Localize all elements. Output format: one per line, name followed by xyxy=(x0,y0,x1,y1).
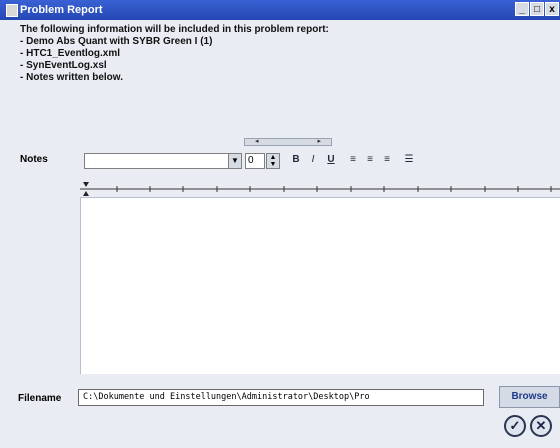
splitter-right-arrow-icon: ▸ xyxy=(317,138,321,145)
notes-label: Notes xyxy=(20,154,48,165)
info-item: - HTC1_Eventlog.xml xyxy=(20,48,121,59)
bold-button[interactable]: B xyxy=(289,154,303,165)
left-indent-marker[interactable] xyxy=(83,191,89,196)
ruler[interactable] xyxy=(80,180,560,198)
font-size-spinner[interactable]: ▲ ▼ xyxy=(266,153,280,169)
splitter-left-arrow-icon: ◂ xyxy=(255,138,259,145)
info-item: - Notes written below. xyxy=(20,72,123,83)
report-info: The following information will be includ… xyxy=(20,24,329,84)
format-toolbar: ▼ 0 ▲ ▼ B I U ≡ ≡ ≡ ☰ xyxy=(84,151,554,173)
font-dropdown-button[interactable]: ▼ xyxy=(228,153,242,169)
browse-button[interactable]: Browse xyxy=(499,386,560,408)
first-indent-marker[interactable] xyxy=(83,182,89,187)
italic-button[interactable]: I xyxy=(306,154,320,165)
info-item: - Demo Abs Quant with SYBR Green I (1) xyxy=(20,36,213,47)
bullet-list-icon[interactable]: ☰ xyxy=(402,154,416,165)
align-left-icon[interactable]: ≡ xyxy=(346,154,360,165)
filename-input[interactable]: C:\Dokumente und Einstellungen\Administr… xyxy=(78,389,484,406)
underline-button[interactable]: U xyxy=(324,154,338,165)
maximize-button[interactable]: □ xyxy=(530,2,544,16)
minimize-button[interactable]: _ xyxy=(515,2,529,16)
window-title: Problem Report xyxy=(20,4,103,16)
title-bar: Problem Report _ □ x xyxy=(0,0,560,20)
ok-button[interactable]: ✓ xyxy=(504,415,526,437)
font-select[interactable] xyxy=(84,153,234,169)
notes-editor[interactable] xyxy=(80,197,560,374)
align-right-icon[interactable]: ≡ xyxy=(380,154,394,165)
info-item: - SynEventLog.xsl xyxy=(20,60,107,71)
align-center-icon[interactable]: ≡ xyxy=(363,154,377,165)
cancel-button[interactable]: ✕ xyxy=(530,415,552,437)
close-button[interactable]: x xyxy=(545,2,559,16)
info-heading: The following information will be includ… xyxy=(20,24,329,35)
window-icon xyxy=(6,4,18,17)
font-size-field[interactable]: 0 xyxy=(245,153,265,169)
splitter-handle[interactable]: ◂ ▸ xyxy=(244,138,332,146)
filename-label: Filename xyxy=(18,393,62,404)
